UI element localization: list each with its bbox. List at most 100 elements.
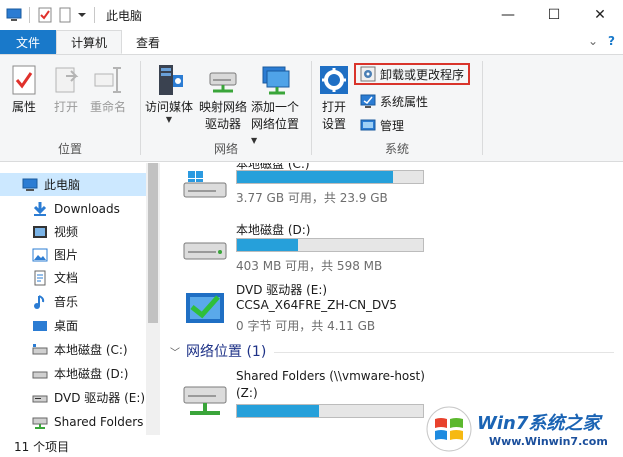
add-network-location-button[interactable]: 添加一个 网络位置 [251,63,299,133]
nav-item-drive-c[interactable]: 本地磁盘 (C:) [0,338,146,361]
nav-item-downloads[interactable]: Downloads [0,197,146,220]
close-button[interactable]: ✕ [577,0,623,30]
new-folder-icon[interactable] [57,7,73,23]
windows-logo-icon [425,405,473,453]
group-label-location: 位置 [57,142,82,156]
access-media-label: 访问媒体 [145,100,194,114]
window-controls: — ☐ ✕ [485,0,623,30]
drive-usage-fill [237,239,299,251]
properties-check-icon[interactable] [37,7,53,23]
rename-button[interactable]: 重命名 [90,63,126,116]
drive-icon [32,366,48,382]
nav-scrollbar[interactable] [146,163,160,435]
nav-item-drive-d[interactable]: 本地磁盘 (D:) [0,362,146,385]
drive-tile-c[interactable]: 本地磁盘 (C:) 3.77 GB 可用，共 23.9 GB [182,163,612,213]
nav-item-documents[interactable]: 文档 [0,266,146,289]
nav-item-label: 本地磁盘 (C:) [54,343,128,357]
navigation-pane: 此电脑 Downloads 视频 图片 文档 音乐 桌面 本地磁盘 (C:) 本… [0,163,160,435]
group-system: 打开 设置 卸载或更改程序 系统属性 管理 系统 [312,55,482,161]
section-title: 网络位置 (1) [186,344,267,360]
drive-name: Shared Folders (\\vmware-host) [236,369,425,383]
drive-free-space: 3.77 GB 可用，共 23.9 GB [236,191,388,205]
drive-icon [32,342,48,358]
drive-icon [182,229,228,267]
manage-button[interactable]: 管理 [356,114,408,136]
properties-label: 属性 [11,100,36,114]
nav-item-label: 视频 [54,225,79,239]
system-properties-label: 系统属性 [380,94,429,109]
network-location-icon [259,63,291,97]
music-icon [32,294,48,310]
drive-free-space: 403 MB 可用，共 598 MB [236,259,383,273]
access-media-button[interactable]: 访问媒体 ▼ [145,63,193,124]
uninstall-program-button[interactable]: 卸载或更改程序 [354,63,470,85]
minimize-button[interactable]: — [485,0,531,30]
nav-item-label: 此电脑 [44,178,81,192]
open-settings-button[interactable]: 打开 设置 [318,63,350,133]
network-locations-header[interactable]: ﹀ 网络位置 (1) [170,341,266,361]
tab-view[interactable]: 查看 [122,30,174,54]
nav-scrollbar-thumb[interactable] [148,163,158,323]
nav-item-dvd-e[interactable]: DVD 驱动器 (E:) [0,386,146,409]
drive-usage-fill [237,405,319,417]
group-network: 访问媒体 ▼ 映射网络 驱动器 ▼ 添加一个 网络位置 网络 [141,55,311,161]
maximize-button[interactable]: ☐ [531,0,577,30]
add-location-label-2: 网络位置 [251,117,300,131]
dvd-icon [32,390,48,406]
ribbon-expand-chevron-icon[interactable]: ⌄ [588,34,598,48]
network-drive-icon [207,63,239,97]
document-icon [32,270,48,286]
chevron-down-icon: ﹀ [170,347,180,359]
nav-item-this-pc[interactable]: 此电脑 [0,173,146,196]
drive-tile-d[interactable]: 本地磁盘 (D:) 403 MB 可用，共 598 MB [182,221,612,279]
nav-item-music[interactable]: 音乐 [0,290,146,313]
tab-computer[interactable]: 计算机 [56,30,123,54]
drive-usage-bar [236,404,424,418]
chevron-down-icon: ▼ [165,115,173,124]
nav-item-videos[interactable]: 视频 [0,220,146,243]
drive-usage-bar [236,238,424,252]
computer-icon [22,177,38,193]
nav-item-label: Downloads [54,201,120,216]
help-icon[interactable]: ? [608,34,615,48]
properties-button[interactable]: 属性 [8,63,40,116]
ribbon: 属性 打开 重命名 位置 访问媒体 ▼ 映射网络 驱动器 ▼ 添加一个 网络位置… [0,54,623,162]
divider [29,7,30,23]
network-drive-icon [182,381,228,419]
gear-icon [318,63,350,97]
nav-item-label: 文档 [54,271,79,285]
item-count: 11 个项目 [14,439,70,454]
quick-access-toolbar [0,7,98,23]
open-label: 打开 [53,100,78,114]
watermark-url: Www.Winwin7.com [489,435,608,448]
divider [94,7,95,23]
system-properties-icon [360,93,376,109]
divider [482,61,483,155]
open-settings-label-1: 打开 [321,100,346,114]
properties-check-icon [8,63,40,97]
dvd-drive-icon [182,289,228,327]
nav-item-label: 本地磁盘 (D:) [54,367,129,381]
drive-usage-bar [236,170,424,184]
drive-volume-label: CCSA_X64FRE_ZH-CN_DV5 [236,298,397,312]
open-button[interactable]: 打开 [50,63,82,116]
title-bar: 此电脑 — ☐ ✕ [0,0,623,30]
drive-letter: (Z:) [236,386,258,400]
group-location: 属性 打开 重命名 位置 [0,55,140,161]
nav-item-desktop[interactable]: 桌面 [0,314,146,337]
nav-item-label: DVD 驱动器 (E:) [54,391,146,405]
drive-usage-fill [237,171,394,183]
nav-item-pictures[interactable]: 图片 [0,243,146,266]
drive-tile-dvd-e[interactable]: DVD 驱动器 (E:) CCSA_X64FRE_ZH-CN_DV5 0 字节 … [182,281,612,337]
nav-item-label: 桌面 [54,319,79,333]
watermark-brand: Win7系统之家 [477,413,601,434]
desktop-icon [32,318,48,334]
group-label-system: 系统 [384,142,409,156]
computer-icon [6,7,22,23]
chevron-down-icon[interactable] [77,7,87,23]
windows-drive-icon [182,163,228,201]
map-network-drive-button[interactable]: 映射网络 驱动器 ▼ [199,63,257,145]
system-properties-button[interactable]: 系统属性 [356,90,432,112]
tab-file[interactable]: 文件 [0,30,57,54]
nav-item-shared-folders[interactable]: Shared Folders [0,410,146,433]
